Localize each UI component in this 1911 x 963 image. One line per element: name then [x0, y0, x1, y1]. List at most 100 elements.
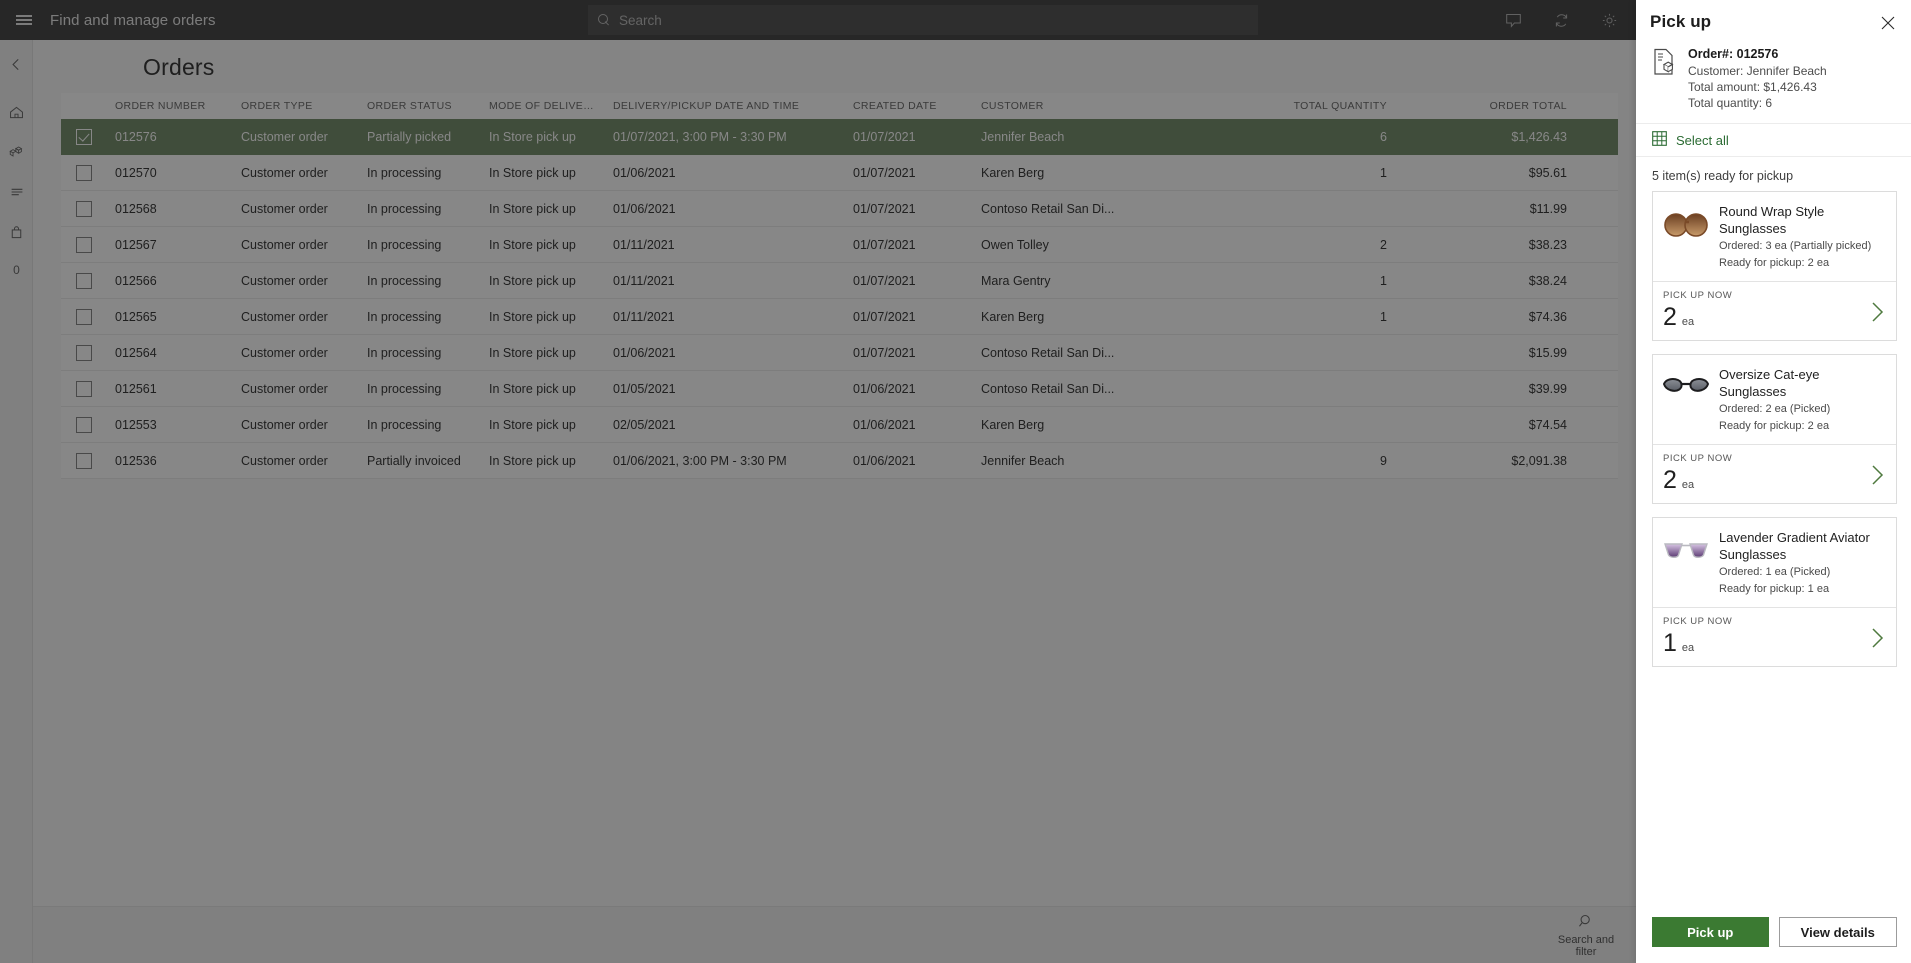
- pick-up-now-label: PICK UP NOW: [1663, 453, 1733, 464]
- row-checkbox[interactable]: [76, 272, 92, 289]
- cell-customer: Karen Berg: [981, 417, 1045, 432]
- pickup-panel: Pick up Order#: 012576 Customer: Jennife…: [1636, 0, 1911, 963]
- pickup-item-card[interactable]: Round Wrap Style Sunglasses Ordered: 3 ea…: [1652, 191, 1897, 341]
- cell-mode-of-delivery: In Store pick up: [489, 381, 576, 396]
- cell-order-type: Customer order: [241, 237, 328, 252]
- pickup-item-name: Lavender Gradient Aviator Sunglasses: [1719, 530, 1870, 562]
- grid-header-customer[interactable]: CUSTOMER: [973, 100, 1173, 112]
- row-checkbox-cell: [61, 344, 107, 361]
- cell-order-type: Customer order: [241, 201, 328, 216]
- table-row[interactable]: 012566 Customer order In processing In Stor…: [61, 263, 1618, 299]
- cell-mode-of-delivery: In Store pick up: [489, 165, 576, 180]
- order-total-amount-label: Total amount: $1,426.43: [1688, 80, 1817, 94]
- sidebar-item-products[interactable]: [0, 134, 33, 170]
- grid-body: 012576 Customer order Partially picked In S…: [61, 119, 1618, 479]
- table-row[interactable]: 012570 Customer order In processing In Stor…: [61, 155, 1618, 191]
- hamburger-menu-icon[interactable]: [0, 0, 48, 40]
- table-row[interactable]: 012536 Customer order Partially invoiced In…: [61, 443, 1618, 479]
- pick-up-quantity: 2: [1663, 303, 1677, 331]
- note-icon[interactable]: [1496, 3, 1530, 37]
- pickup-item-info: Round Wrap Style Sunglasses Ordered: 3 ea…: [1719, 202, 1886, 271]
- grid-header-order-number[interactable]: ORDER NUMBER: [107, 100, 233, 112]
- table-row[interactable]: 012561 Customer order In processing In Stor…: [61, 371, 1618, 407]
- row-checkbox[interactable]: [76, 200, 92, 217]
- cell-order-total: $74.36: [1528, 309, 1567, 324]
- select-all-grid-icon: [1652, 131, 1667, 149]
- chevron-right-icon[interactable]: [1871, 464, 1884, 489]
- pickup-item-ready: Ready for pickup: 2 ea: [1719, 420, 1830, 432]
- page-action-bar: Search and filter: [33, 906, 1636, 963]
- cell-order-status: In processing: [367, 273, 442, 288]
- chevron-right-icon[interactable]: [1871, 301, 1884, 326]
- table-row[interactable]: 012576 Customer order Partially picked In S…: [61, 119, 1618, 155]
- cell-customer: Jennifer Beach: [981, 129, 1065, 144]
- pickup-item-quantity-area[interactable]: PICK UP NOW 2 ea: [1653, 444, 1896, 503]
- row-checkbox-cell: [61, 200, 107, 217]
- row-checkbox[interactable]: [76, 164, 92, 181]
- table-row[interactable]: 012565 Customer order In processing In Stor…: [61, 299, 1618, 335]
- round-wrap-sunglasses-thumb: [1661, 202, 1711, 248]
- pickup-item-quantity-area[interactable]: PICK UP NOW 2 ea: [1653, 281, 1896, 340]
- table-row[interactable]: 012568 Customer order In processing In Stor…: [61, 191, 1618, 227]
- row-checkbox-cell: [61, 380, 107, 397]
- row-checkbox[interactable]: [76, 416, 92, 433]
- cell-customer: Contoso Retail San Di...: [981, 381, 1115, 396]
- row-checkbox[interactable]: [76, 128, 92, 145]
- view-details-button[interactable]: View details: [1778, 917, 1897, 947]
- search-input[interactable]: Search: [588, 5, 1258, 35]
- gear-icon[interactable]: [1592, 3, 1626, 37]
- pickup-item-card[interactable]: Lavender Gradient Aviator Sunglasses Orde…: [1652, 517, 1897, 667]
- cell-order-number: 012553: [115, 417, 157, 432]
- sidebar-item-list[interactable]: [0, 174, 33, 210]
- sidebar-item-bag[interactable]: [0, 214, 33, 250]
- refresh-icon[interactable]: [1544, 3, 1578, 37]
- pickup-item-ready: Ready for pickup: 1 ea: [1719, 583, 1830, 595]
- pick-up-uom: ea: [1681, 316, 1695, 328]
- cell-order-type: Customer order: [241, 453, 328, 468]
- grid-header-delivery-datetime[interactable]: DELIVERY/PICKUP DATE AND TIME: [605, 100, 845, 112]
- search-and-filter-label: Search and filter: [1557, 933, 1615, 959]
- cell-delivery-datetime: 02/05/2021: [613, 417, 676, 432]
- cell-order-total: $38.24: [1528, 273, 1567, 288]
- application-root: Find and manage orders Search 0 Orders O…: [0, 0, 1911, 963]
- grid-header-order-total[interactable]: ORDER TOTAL: [1395, 100, 1587, 112]
- grid-header-order-type[interactable]: ORDER TYPE: [233, 100, 359, 112]
- pick-up-now-label: PICK UP NOW: [1663, 616, 1733, 627]
- pickup-item-quantity-area[interactable]: PICK UP NOW 1 ea: [1653, 607, 1896, 666]
- cell-created-date: 01/07/2021: [853, 273, 916, 288]
- cell-order-number: 012561: [115, 381, 157, 396]
- cart-count: 0: [13, 263, 20, 277]
- pickup-item-info: Lavender Gradient Aviator Sunglasses Orde…: [1719, 528, 1886, 597]
- row-checkbox[interactable]: [76, 452, 92, 469]
- cell-created-date: 01/07/2021: [853, 129, 916, 144]
- cell-order-status: In processing: [367, 309, 442, 324]
- select-all-label: Select all: [1676, 132, 1729, 148]
- table-row[interactable]: 012567 Customer order In processing In Stor…: [61, 227, 1618, 263]
- sidebar-item-home[interactable]: [0, 94, 33, 130]
- cell-order-total: $1,426.43: [1511, 129, 1567, 144]
- cell-order-number: 012536: [115, 453, 157, 468]
- row-checkbox[interactable]: [76, 380, 92, 397]
- cell-order-number: 012566: [115, 273, 157, 288]
- row-checkbox[interactable]: [76, 344, 92, 361]
- aviator-sunglasses-thumb: [1661, 528, 1711, 574]
- search-and-filter-button[interactable]: Search and filter: [1544, 909, 1628, 961]
- top-command-bar: Find and manage orders Search: [0, 0, 1636, 40]
- select-all-button[interactable]: Select all: [1636, 123, 1911, 157]
- table-row[interactable]: 012564 Customer order In processing In Stor…: [61, 335, 1618, 371]
- row-checkbox[interactable]: [76, 308, 92, 325]
- close-icon[interactable]: [1877, 12, 1899, 34]
- grid-header-order-status[interactable]: ORDER STATUS: [359, 100, 481, 112]
- grid-header-total-quantity[interactable]: TOTAL QUANTITY: [1173, 100, 1395, 112]
- back-arrow-icon[interactable]: [0, 46, 33, 82]
- grid-header-mode-of-delivery[interactable]: MODE OF DELIVERY: [481, 100, 605, 112]
- cell-order-number: 012565: [115, 309, 157, 324]
- row-checkbox[interactable]: [76, 236, 92, 253]
- grid-header-created-date[interactable]: CREATED DATE: [845, 100, 973, 112]
- topbar-icon-group: [1496, 0, 1626, 40]
- pick-up-button[interactable]: Pick up: [1652, 917, 1769, 947]
- cell-mode-of-delivery: In Store pick up: [489, 201, 576, 216]
- table-row[interactable]: 012553 Customer order In processing In Stor…: [61, 407, 1618, 443]
- chevron-right-icon[interactable]: [1871, 627, 1884, 652]
- pickup-item-card[interactable]: Oversize Cat-eye Sunglasses Ordered: 2 ea…: [1652, 354, 1897, 504]
